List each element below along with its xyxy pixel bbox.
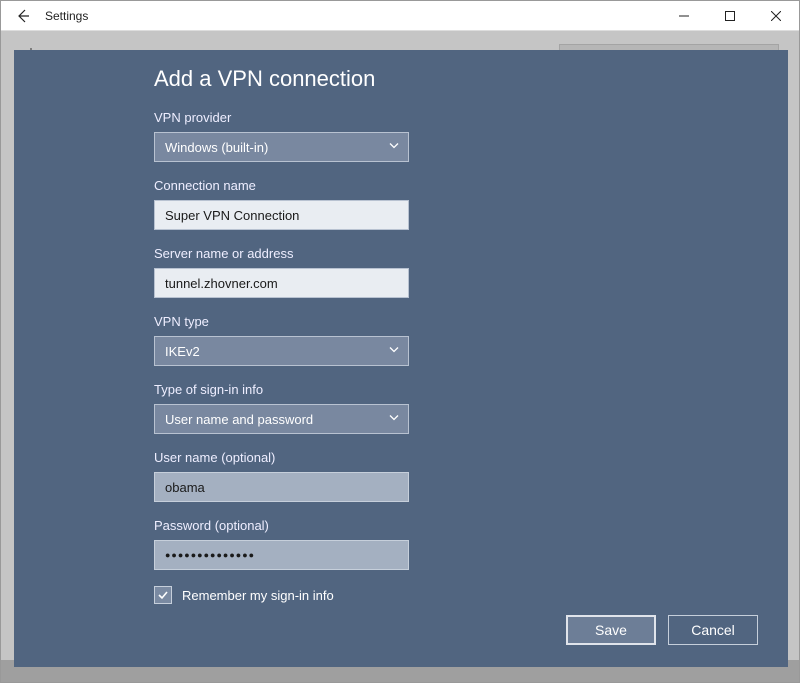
connection-name-input[interactable]: Super VPN Connection [154,200,409,230]
vpn-provider-select[interactable]: Windows (built-in) [154,132,409,162]
remember-checkbox[interactable] [154,586,172,604]
vpn-type-select[interactable]: IKEv2 [154,336,409,366]
chevron-down-icon [388,140,400,155]
connection-name-value: Super VPN Connection [165,208,299,223]
save-button[interactable]: Save [566,615,656,645]
connection-name-label: Connection name [154,178,768,193]
titlebar: Settings [1,1,799,31]
settings-window: Settings NETWORK & INTERNET Find a setti… [0,0,800,683]
signin-type-value: User name and password [165,412,313,427]
close-button[interactable] [753,1,799,30]
password-value: ●●●●●●●●●●●●●● [165,550,255,560]
username-input[interactable]: obama [154,472,409,502]
cancel-button-label: Cancel [691,622,735,638]
username-value: obama [165,480,205,495]
close-icon [771,11,781,21]
vpn-provider-value: Windows (built-in) [165,140,268,155]
window-title: Settings [45,9,88,23]
vpn-type-label: VPN type [154,314,768,329]
server-value: tunnel.zhovner.com [165,276,278,291]
minimize-icon [679,11,689,21]
server-label: Server name or address [154,246,768,261]
password-label: Password (optional) [154,518,768,533]
check-icon [157,589,169,601]
signin-type-select[interactable]: User name and password [154,404,409,434]
username-label: User name (optional) [154,450,768,465]
maximize-button[interactable] [707,1,753,30]
chevron-down-icon [388,344,400,359]
remember-label: Remember my sign-in info [182,588,334,603]
vpn-type-value: IKEv2 [165,344,200,359]
maximize-icon [725,11,735,21]
minimize-button[interactable] [661,1,707,30]
back-button[interactable] [1,1,45,30]
save-button-label: Save [595,622,627,638]
server-input[interactable]: tunnel.zhovner.com [154,268,409,298]
chevron-down-icon [388,412,400,427]
cancel-button[interactable]: Cancel [668,615,758,645]
add-vpn-modal: Add a VPN connection VPN provider Window… [14,50,788,667]
modal-title: Add a VPN connection [154,66,768,92]
vpn-provider-label: VPN provider [154,110,768,125]
password-input[interactable]: ●●●●●●●●●●●●●● [154,540,409,570]
back-arrow-icon [15,8,31,24]
signin-type-label: Type of sign-in info [154,382,768,397]
